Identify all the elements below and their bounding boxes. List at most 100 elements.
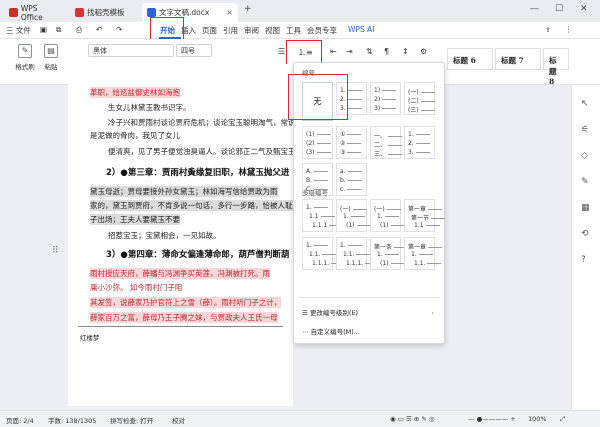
- shapes-icon[interactable]: ◇: [581, 151, 588, 161]
- document-line: 薛家百万之富，薛母乃王子腾之妹，与贾政夫人王氏一母: [90, 312, 278, 323]
- document-line: 黛玉母逝；贾母要接外孙女黛玉；林如海写信给贾政为雨: [90, 186, 278, 197]
- drag-handle-icon[interactable]: ⠿: [52, 246, 59, 256]
- docer-icon: [75, 8, 84, 17]
- proofread-button[interactable]: 校对: [172, 415, 185, 425]
- document-line: 便清爽，见了男子便觉浊臭逼人。谈论邪正二气及甄宝玉: [108, 147, 293, 156]
- document-line: 招惹宝玉；宝黛相会，一见如故。: [108, 231, 221, 240]
- custom-numbering-item[interactable]: ⋯ 自定义编号(M)...: [298, 325, 440, 339]
- title-bar: WPS Office 找稻壳模板 文字文稿.docx × + — ☐ ✕: [0, 0, 600, 22]
- tab-wps-office[interactable]: WPS Office: [4, 3, 66, 22]
- menu-item-label: 更改编号级别(E): [309, 309, 359, 317]
- document-line: 生女儿林黛玉教书识字。: [108, 103, 191, 112]
- list-level-icon: ☰: [302, 309, 310, 317]
- fullscreen-icon[interactable]: ⤢: [560, 415, 565, 424]
- menu-review[interactable]: 审阅: [244, 25, 259, 36]
- open-icon[interactable]: ⧉: [56, 25, 61, 35]
- bullet-list-icon[interactable]: ☰: [278, 47, 285, 56]
- numbering-style-option[interactable]: a. b. c.: [336, 163, 367, 196]
- paste-button[interactable]: ▤ 粘贴: [40, 44, 62, 71]
- sort-icon[interactable]: ⇅: [366, 47, 373, 56]
- writer-doc-icon: [147, 8, 156, 17]
- image-icon[interactable]: ▦: [581, 203, 590, 213]
- document-line: 庸小沙弥。 如今雨村门子阻: [90, 283, 183, 292]
- menu-bar: 三 文件 ▣ ⧉ ⎙ ↶ ↷ 开始 插入 页面 引用 审阅 视图 工具 会员专享…: [0, 22, 600, 39]
- page-indicator[interactable]: 页面: 2/4: [6, 415, 34, 425]
- close-window-icon[interactable]: ✕: [580, 4, 588, 14]
- document-line: 革职，给巡盐御史林如海抱: [90, 87, 180, 98]
- style-heading-6[interactable]: 标题 6: [447, 48, 493, 70]
- new-tab-button[interactable]: +: [244, 4, 252, 14]
- file-menu[interactable]: 三 文件: [6, 25, 31, 36]
- right-sidebar: ↖ ⚟ ◇ ✎ ▦ ⟲ ?: [571, 85, 600, 410]
- document-page[interactable]: 革职，给巡盐御史林如海抱 生女儿林黛玉教书识字。 冷子兴和贾雨村谈论贾府危机；谈…: [68, 64, 293, 406]
- edit-icon[interactable]: ✎: [581, 177, 589, 187]
- multilevel-style-option[interactable]: 第一条 1. (1): [370, 237, 401, 270]
- format-painter-label: 格式刷: [15, 63, 35, 71]
- multilevel-style-option[interactable]: 第一章 第一节 1.1: [404, 199, 435, 232]
- wps-ai-button[interactable]: WPS AI: [348, 25, 374, 34]
- style-heading-8[interactable]: 标题 8: [543, 48, 569, 86]
- style-heading-7[interactable]: 标题 7: [495, 48, 541, 70]
- undo-icon[interactable]: ↶: [96, 25, 102, 34]
- spell-check-toggle[interactable]: 拼写检查: 打开: [110, 415, 153, 425]
- paragraph-settings-icon[interactable]: ⚙: [420, 47, 427, 56]
- word-count[interactable]: 字数: 138/1305: [48, 415, 96, 425]
- share-icon[interactable]: ⇪: [545, 25, 551, 34]
- zoom-slider[interactable]: — ●———— +: [468, 415, 516, 423]
- print-icon[interactable]: ⎙: [76, 25, 82, 35]
- highlight-box-home: [150, 17, 184, 40]
- format-painter-button[interactable]: ✎ 格式刷: [14, 44, 36, 71]
- font-name-select[interactable]: 黑体: [88, 44, 174, 57]
- save-icon[interactable]: ▣: [40, 25, 47, 34]
- menu-reference[interactable]: 引用: [223, 25, 238, 36]
- increase-indent-icon[interactable]: ⇥: [346, 47, 353, 56]
- paste-label: 粘贴: [44, 63, 58, 71]
- multilevel-style-option[interactable]: 第一章 1. 1.1.: [404, 237, 435, 270]
- chapter-heading: 2）●第三章：贾雨村夤缘复旧职，林黛玉抛父进: [106, 168, 290, 178]
- decrease-indent-icon[interactable]: ⇤: [330, 47, 337, 56]
- multilevel-style-option[interactable]: (一) 1. (1): [336, 199, 367, 232]
- footer-divider: [78, 326, 283, 327]
- menu-page[interactable]: 页面: [202, 25, 217, 36]
- view-mode-icons[interactable]: ◉ ▭ ☰ ⊕ ✎ ◎: [390, 415, 435, 423]
- status-bar: 页面: 2/4 字数: 138/1305 拼写检查: 打开 校对 ◉ ▭ ☰ ⊕…: [0, 410, 600, 427]
- font-size-select[interactable]: 四号: [176, 44, 212, 57]
- change-numbering-level-item[interactable]: ☰ 更改编号级别(E) ›: [298, 306, 440, 320]
- minimize-icon[interactable]: —: [530, 4, 539, 14]
- menu-view[interactable]: 视图: [265, 25, 280, 36]
- numbering-style-option[interactable]: 一、 二、 三、: [370, 126, 401, 159]
- zoom-level[interactable]: 100%: [528, 415, 547, 423]
- menu-tools[interactable]: 工具: [286, 25, 301, 36]
- numbering-style-option[interactable]: ① ② ③: [336, 126, 367, 159]
- history-icon[interactable]: ⟲: [581, 229, 589, 239]
- tab-docer[interactable]: 找稻壳模板: [70, 3, 140, 22]
- chapter-heading: 3）●第四章：薄命女偏逢薄命郎，葫芦僧判断葫: [106, 250, 290, 260]
- menu-divider: [298, 297, 440, 298]
- multilevel-style-option[interactable]: 1. 1.1. 1.1.1.: [302, 237, 333, 270]
- maximize-icon[interactable]: ☐: [555, 4, 563, 14]
- document-line: 冷子兴和贾雨村谈论贾府危机；谈论宝玉聪明淘气，常说: [108, 118, 293, 127]
- tab-label: WPS Office: [20, 3, 43, 22]
- menu-member[interactable]: 会员专享: [307, 25, 337, 36]
- menu-item-label: 自定义编号(M)...: [310, 328, 360, 336]
- document-line: 其发签，说薛家乃护官符上之雪（薛）。雨村听门子之计，: [90, 297, 282, 308]
- show-marks-icon[interactable]: ¶: [384, 47, 389, 56]
- multilevel-style-option[interactable]: 1. 1.1 1.1.1: [302, 199, 333, 232]
- numbering-style-option[interactable]: (一) (二) (三): [404, 82, 435, 115]
- close-tab-icon[interactable]: ×: [226, 8, 233, 17]
- numbering-style-option[interactable]: (1) (2) (3): [302, 126, 333, 159]
- footer-text: 红楼梦: [80, 334, 100, 342]
- chevron-right-icon: ›: [431, 309, 434, 317]
- settings-sliders-icon[interactable]: ⚟: [581, 125, 589, 135]
- more-icon[interactable]: ⋮: [565, 25, 573, 34]
- multilevel-style-option[interactable]: (一) 1. (1): [370, 199, 401, 232]
- numbering-style-option[interactable]: 1) 2) 3): [370, 82, 401, 115]
- help-icon[interactable]: ?: [581, 255, 586, 265]
- redo-icon[interactable]: ↷: [116, 25, 122, 34]
- document-line: 家的，黛玉到贾府，不肯多说一句话，多行一步路，恰被人耻笑: [90, 200, 293, 211]
- numbering-style-option[interactable]: 1. 2. 3.: [404, 126, 435, 159]
- cursor-icon[interactable]: ↖: [581, 99, 589, 109]
- multilevel-style-option[interactable]: 1. 1.1. 1.1.1.: [336, 237, 367, 270]
- document-line: 是泥做的骨肉，我见了女儿: [90, 131, 180, 140]
- line-spacing-icon[interactable]: ↕: [402, 47, 409, 56]
